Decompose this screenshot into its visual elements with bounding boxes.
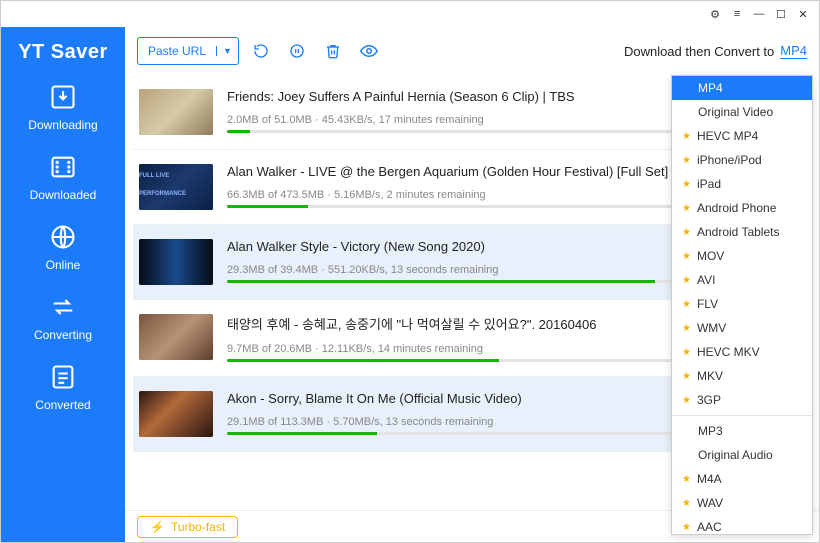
star-icon: ★ [682, 203, 691, 214]
sidebar-item-label: Downloading [28, 118, 97, 132]
star-icon: ★ [682, 155, 691, 166]
app-brand: YT Saver [18, 41, 108, 64]
preview-button[interactable] [355, 37, 383, 65]
format-label: MP3 [698, 424, 723, 438]
format-option[interactable]: ★ iPhone/iPod [672, 148, 812, 172]
sidebar-item-label: Converting [34, 328, 92, 342]
star-icon: ★ [682, 474, 691, 485]
close-button[interactable]: ✕ [793, 4, 813, 24]
convert-icon [48, 292, 78, 322]
thumbnail: FULL LIVEPERFORMANCE [139, 164, 213, 210]
format-label: MP4 [698, 81, 723, 95]
format-option[interactable]: ★ 3GP [672, 388, 812, 412]
star-icon: ★ [682, 251, 691, 262]
maximize-button[interactable]: ☐ [771, 4, 791, 24]
menu-icon[interactable]: ≡ [727, 4, 747, 24]
format-option[interactable]: ★ M4A [672, 467, 812, 491]
format-label: WMV [697, 321, 726, 335]
star-icon: ★ [682, 347, 691, 358]
sidebar-item-label: Online [46, 258, 81, 272]
format-option[interactable]: MP4 [672, 76, 812, 100]
sidebar-item-label: Downloaded [30, 188, 97, 202]
sidebar-item-downloaded[interactable]: Downloaded [30, 152, 97, 202]
format-label: Original Audio [698, 448, 773, 462]
format-option[interactable]: Original Audio [672, 443, 812, 467]
format-option[interactable]: ★ Android Tablets [672, 220, 812, 244]
format-label: 3GP [697, 393, 721, 407]
star-icon: ★ [682, 371, 691, 382]
format-label: AVI [697, 273, 715, 287]
star-icon: ★ [682, 179, 691, 190]
thumbnail [139, 314, 213, 360]
star-icon: ★ [682, 498, 691, 509]
format-label: Android Tablets [697, 225, 780, 239]
thumbnail [139, 239, 213, 285]
format-option[interactable]: ★ Android Phone [672, 196, 812, 220]
format-label: HEVC MKV [697, 345, 760, 359]
format-label: AAC [697, 520, 722, 534]
format-label: FLV [697, 297, 718, 311]
convert-label: Download then Convert to [624, 44, 774, 59]
format-label: iPhone/iPod [697, 153, 762, 167]
format-option[interactable]: ★ WMV [672, 316, 812, 340]
format-option[interactable]: ★ MOV [672, 244, 812, 268]
format-label: WAV [697, 496, 723, 510]
format-label: MOV [697, 249, 724, 263]
film-icon [48, 152, 78, 182]
turbo-fast-button[interactable]: ⚡ Turbo-fast [137, 516, 238, 538]
chevron-down-icon[interactable]: ▼ [216, 46, 238, 56]
titlebar: ⚙ ≡ — ☐ ✕ [1, 1, 819, 27]
convert-format-select[interactable]: MP4 [780, 43, 807, 59]
format-option[interactable]: ★ MKV [672, 364, 812, 388]
sidebar-item-converting[interactable]: Converting [34, 292, 92, 342]
format-option[interactable]: ★ WAV [672, 491, 812, 515]
star-icon: ★ [682, 323, 691, 334]
star-icon: ★ [682, 275, 691, 286]
format-option[interactable]: ★ iPad [672, 172, 812, 196]
sidebar-item-label: Converted [35, 398, 90, 412]
sidebar-item-online[interactable]: Online [46, 222, 81, 272]
thumbnail [139, 391, 213, 437]
main-pane: Paste URL ▼ Download then Convert to [125, 27, 819, 542]
globe-icon [48, 222, 78, 252]
bolt-icon: ⚡ [150, 520, 165, 534]
delete-button[interactable] [319, 37, 347, 65]
paste-url-label: Paste URL [138, 44, 216, 58]
format-label: HEVC MP4 [697, 129, 758, 143]
convert-format-row: Download then Convert to MP4 [624, 43, 807, 59]
format-label: iPad [697, 177, 721, 191]
format-option[interactable]: ★ AAC [672, 515, 812, 535]
format-option[interactable]: Original Video [672, 100, 812, 124]
resume-all-button[interactable] [247, 37, 275, 65]
format-dropdown: MP4 Original Video ★ HEVC MP4 ★ iPhone/iPod ★ i… [671, 75, 813, 535]
done-list-icon [48, 362, 78, 392]
star-icon: ★ [682, 299, 691, 310]
format-option[interactable]: ★ AVI [672, 268, 812, 292]
format-option[interactable]: ★ HEVC MP4 [672, 124, 812, 148]
sidebar-item-downloading[interactable]: Downloading [28, 82, 97, 132]
star-icon: ★ [682, 131, 691, 142]
format-label: M4A [697, 472, 722, 486]
sidebar: YT Saver Downloading Downloaded Online Conv… [1, 27, 125, 542]
format-option[interactable]: ★ HEVC MKV [672, 340, 812, 364]
star-icon: ★ [682, 522, 691, 533]
star-icon: ★ [682, 395, 691, 406]
pause-all-button[interactable] [283, 37, 311, 65]
minimize-button[interactable]: — [749, 4, 769, 24]
format-label: Original Video [698, 105, 773, 119]
format-label: MKV [697, 369, 723, 383]
paste-url-button[interactable]: Paste URL ▼ [137, 37, 239, 65]
download-icon [48, 82, 78, 112]
thumbnail [139, 89, 213, 135]
star-icon: ★ [682, 227, 691, 238]
gear-icon[interactable]: ⚙ [705, 4, 725, 24]
format-option[interactable]: MP3 [672, 419, 812, 443]
turbo-label: Turbo-fast [171, 520, 225, 534]
format-label: Android Phone [697, 201, 776, 215]
sidebar-item-converted[interactable]: Converted [35, 362, 90, 412]
format-option[interactable]: ★ FLV [672, 292, 812, 316]
toolbar: Paste URL ▼ Download then Convert to [125, 27, 819, 75]
